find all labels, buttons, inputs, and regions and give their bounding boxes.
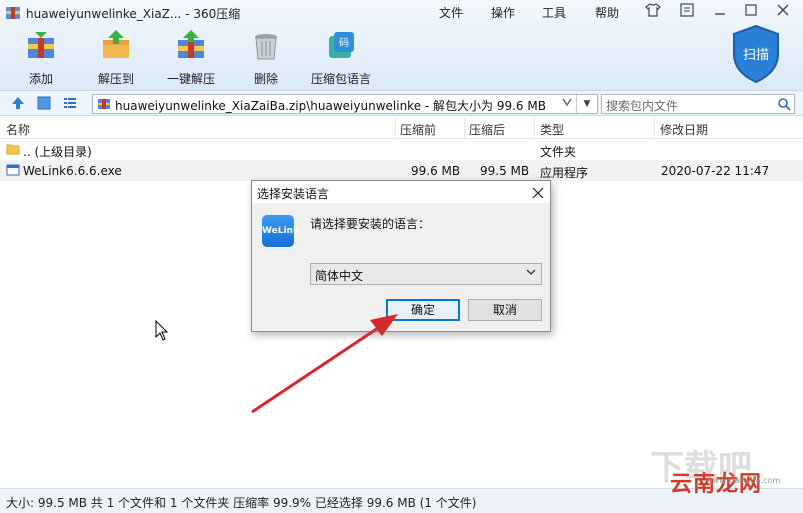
language-dialog: 选择安装语言 WeLink 请选择要安装的语言： 简体中文 确定 取消 xyxy=(251,180,551,332)
top-area: huaweiyunwelinke_XiaZ... - 360压缩 文件 操作 工… xyxy=(0,0,803,91)
ok-button[interactable]: 确定 xyxy=(386,299,460,321)
welink-logo: WeLink xyxy=(262,215,299,247)
row-type: 应用程序 xyxy=(540,166,589,180)
cancel-button[interactable]: 取消 xyxy=(468,299,542,321)
list-view-icon[interactable] xyxy=(62,95,78,111)
folder-icon xyxy=(6,144,20,155)
address-row: huaweiyunwelinke_XiaZaiBa.zip\huaweiyunw… xyxy=(0,91,803,116)
minimize-icon[interactable] xyxy=(709,3,731,21)
col-date[interactable]: 修改日期 xyxy=(660,121,708,138)
col-divider[interactable] xyxy=(654,118,655,138)
search-input[interactable]: 搜索包内文件 xyxy=(601,94,795,114)
mouse-cursor-icon xyxy=(155,320,169,341)
archive-language-icon: 码 xyxy=(329,32,354,58)
col-divider[interactable] xyxy=(464,118,465,138)
path-dropdown-icon[interactable]: ▼ xyxy=(576,95,597,113)
menu-tools[interactable]: 工具 xyxy=(542,4,566,21)
zip-app-icon xyxy=(6,7,20,19)
one-click-extract-button[interactable]: 一键解压 xyxy=(160,30,222,88)
col-before[interactable]: 压缩前 xyxy=(400,121,436,138)
zip-file-icon xyxy=(98,99,110,109)
up-arrow-icon[interactable] xyxy=(10,95,26,111)
extract-to-icon xyxy=(103,30,129,58)
row-type: 文件夹 xyxy=(540,145,577,159)
col-name[interactable]: 名称 xyxy=(6,121,30,138)
watermark-url: www.xiazaiba.com xyxy=(706,476,781,485)
title-bar: huaweiyunwelinke_XiaZ... - 360压缩 文件 操作 工… xyxy=(0,0,803,26)
extract-to-button[interactable]: 解压到 xyxy=(85,30,147,88)
one-click-extract-label: 一键解压 xyxy=(166,72,215,86)
skin-shirt-icon[interactable] xyxy=(642,3,664,21)
path-text: huaweiyunwelinke_XiaZaiBa.zip\huaweiyunw… xyxy=(115,99,546,113)
col-type[interactable]: 类型 xyxy=(540,121,564,138)
shield-icon: 扫描 xyxy=(733,24,779,84)
exe-file-icon xyxy=(6,164,20,176)
col-divider[interactable] xyxy=(395,118,396,138)
maximize-icon[interactable] xyxy=(740,3,762,21)
menu-file[interactable]: 文件 xyxy=(439,4,463,21)
menu-operation[interactable]: 操作 xyxy=(491,4,515,21)
status-text: 大小: 99.5 MB 共 1 个文件和 1 个文件夹 压缩率 99.9% 已经… xyxy=(6,496,477,510)
search-placeholder: 搜索包内文件 xyxy=(606,99,679,113)
app-window: huaweiyunwelinke_XiaZ... - 360压缩 文件 操作 工… xyxy=(0,0,803,513)
archive-language-button[interactable]: 码 压缩包语言 xyxy=(310,30,372,88)
path-go-icon[interactable] xyxy=(561,96,573,111)
file-list-header: 名称 压缩前 压缩后 类型 修改日期 xyxy=(0,118,803,139)
row-size-before: 99.6 MB xyxy=(411,164,461,178)
dialog-title-bar: 选择安装语言 xyxy=(252,181,550,203)
scan-button[interactable]: 扫描 xyxy=(730,24,782,84)
table-row[interactable]: .. (上级目录) 文件夹 xyxy=(0,139,803,160)
table-row[interactable]: WeLink6.6.6.exe 99.6 MB 99.5 MB 应用程序 202… xyxy=(0,160,803,181)
window-title: huaweiyunwelinke_XiaZ... - 360压缩 xyxy=(26,7,241,21)
archive-language-label: 压缩包语言 xyxy=(310,72,371,86)
add-label: 添加 xyxy=(28,72,53,86)
row-name: .. (上级目录) xyxy=(23,145,92,159)
add-button[interactable]: 添加 xyxy=(10,30,72,88)
chevron-down-icon xyxy=(526,269,536,275)
add-archive-icon xyxy=(28,32,54,58)
dialog-title: 选择安装语言 xyxy=(257,187,330,201)
delete-button[interactable]: 删除 xyxy=(235,30,297,88)
row-date: 2020-07-22 11:47 xyxy=(661,164,770,178)
dialog-prompt: 请选择要安装的语言： xyxy=(310,217,431,231)
menu-help[interactable]: 帮助 xyxy=(595,4,619,21)
language-select[interactable]: 简体中文 xyxy=(310,263,542,285)
search-icon[interactable] xyxy=(777,97,791,111)
one-click-extract-icon xyxy=(178,30,204,58)
col-after[interactable]: 压缩后 xyxy=(469,121,505,138)
scan-label: 扫描 xyxy=(743,48,769,63)
row-size-after: 99.5 MB xyxy=(480,164,530,178)
dialog-close-icon[interactable] xyxy=(532,182,544,203)
extract-to-label: 解压到 xyxy=(97,72,134,86)
selected-language: 简体中文 xyxy=(315,269,364,283)
path-bar[interactable]: huaweiyunwelinke_XiaZaiBa.zip\huaweiyunw… xyxy=(92,94,598,114)
trash-icon xyxy=(255,34,277,60)
delete-label: 删除 xyxy=(253,72,278,86)
feedback-icon[interactable] xyxy=(676,3,698,21)
close-icon[interactable] xyxy=(772,3,794,21)
svg-text:码: 码 xyxy=(339,37,349,49)
thumbnail-view-icon[interactable] xyxy=(36,95,52,111)
row-name: WeLink6.6.6.exe xyxy=(23,164,122,178)
col-divider[interactable] xyxy=(534,118,535,138)
